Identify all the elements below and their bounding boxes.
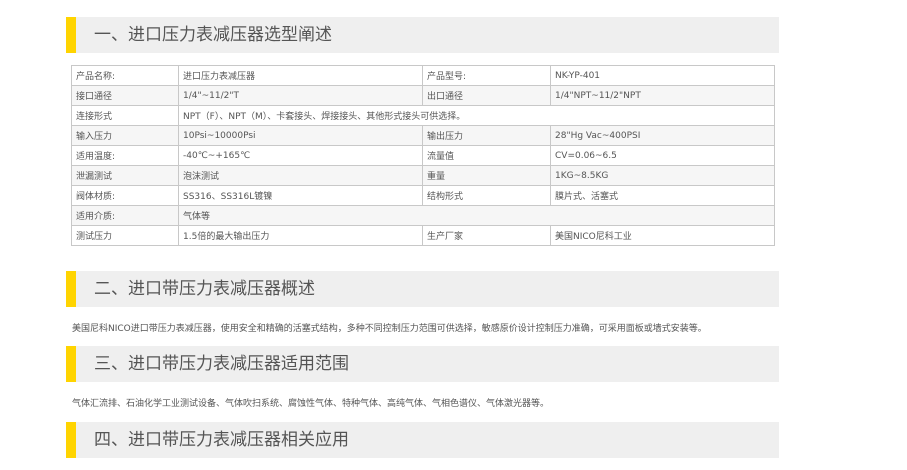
spec-label-cell: 接口通径 <box>71 85 179 106</box>
table-row: 连接形式 NPT（F）、NPT（M）、卡套接头、焊接接头、其他形式接头可供选择。 <box>71 105 775 126</box>
section-header-applications: 四、进口带压力表减压器相关应用 <box>66 422 779 458</box>
spec-label-cell: 输入压力 <box>71 125 179 146</box>
table-row: 阀体材质: SS316、SS316L镀镍 结构形式 膜片式、活塞式 <box>71 185 775 206</box>
table-row: 适用温度: -40℃~+165℃ 流量值 CV=0.06~6.5 <box>71 145 775 166</box>
spec-value-cell: NPT（F）、NPT（M）、卡套接头、焊接接头、其他形式接头可供选择。 <box>178 105 775 126</box>
spec-value-cell: -40℃~+165℃ <box>178 145 423 166</box>
spec-label-cell: 适用温度: <box>71 145 179 166</box>
table-row: 产品名称: 进口压力表减压器 产品型号: NK-YP-401 <box>71 65 775 86</box>
table-row: 测试压力 1.5倍的最大输出压力 生产厂家 美国NICO尼科工业 <box>71 225 775 246</box>
spec-value-cell: 泡沫测试 <box>178 165 423 186</box>
spec-value-cell: 28"Hg Vac~400PSI <box>550 125 775 146</box>
spec-label-cell: 产品名称: <box>71 65 179 86</box>
spec-value-cell: 1/4"NPT~11/2"NPT <box>550 85 775 106</box>
spec-value-cell: SS316、SS316L镀镍 <box>178 185 423 206</box>
spec-value-cell: 膜片式、活塞式 <box>550 185 775 206</box>
spec-label-cell: 输出压力 <box>422 125 551 146</box>
spec-value-cell: 气体等 <box>178 205 775 226</box>
spec-value-cell: CV=0.06~6.5 <box>550 145 775 166</box>
section-title: 一、进口压力表减压器选型阐述 <box>94 25 332 45</box>
table-row: 泄漏测试 泡沫测试 重量 1KG~8.5KG <box>71 165 775 186</box>
section-header-scope: 三、进口带压力表减压器适用范围 <box>66 346 779 382</box>
spec-value-cell: 进口压力表减压器 <box>178 65 423 86</box>
spec-label-cell: 生产厂家 <box>422 225 551 246</box>
spec-label-cell: 出口通径 <box>422 85 551 106</box>
section-title: 三、进口带压力表减压器适用范围 <box>94 354 349 374</box>
spec-table: 产品名称: 进口压力表减压器 产品型号: NK-YP-401 接口通径 1/4"~11/2… <box>71 65 775 246</box>
spec-value-cell: 1/4"~11/2"T <box>178 85 423 106</box>
spec-value-cell: NK-YP-401 <box>550 65 775 86</box>
spec-label-cell: 连接形式 <box>71 105 179 126</box>
overview-paragraph: 美国尼科NICO进口带压力表减压器，使用安全和精确的活塞式结构，多种不同控制压力… <box>72 324 707 334</box>
section-header-overview: 二、进口带压力表减压器概述 <box>66 271 779 307</box>
spec-label-cell: 适用介质: <box>71 205 179 226</box>
spec-label-cell: 重量 <box>422 165 551 186</box>
spec-label-cell: 泄漏测试 <box>71 165 179 186</box>
spec-value-cell: 美国NICO尼科工业 <box>550 225 775 246</box>
spec-label-cell: 产品型号: <box>422 65 551 86</box>
spec-value-cell: 10Psi~10000Psi <box>178 125 423 146</box>
spec-label-cell: 阀体材质: <box>71 185 179 206</box>
table-row: 输入压力 10Psi~10000Psi 输出压力 28"Hg Vac~400PSI <box>71 125 775 146</box>
table-row: 适用介质: 气体等 <box>71 205 775 226</box>
spec-label-cell: 结构形式 <box>422 185 551 206</box>
spec-label-cell: 流量值 <box>422 145 551 166</box>
table-row: 接口通径 1/4"~11/2"T 出口通径 1/4"NPT~11/2"NPT <box>71 85 775 106</box>
spec-value-cell: 1.5倍的最大输出压力 <box>178 225 423 246</box>
section-title: 四、进口带压力表减压器相关应用 <box>94 430 349 450</box>
spec-value-cell: 1KG~8.5KG <box>550 165 775 186</box>
section-header-selection: 一、进口压力表减压器选型阐述 <box>66 17 779 53</box>
scope-paragraph: 气体汇流排、石油化学工业测试设备、气体吹扫系统、腐蚀性气体、特种气体、高纯气体、… <box>72 399 550 409</box>
spec-label-cell: 测试压力 <box>71 225 179 246</box>
section-title: 二、进口带压力表减压器概述 <box>94 279 315 299</box>
